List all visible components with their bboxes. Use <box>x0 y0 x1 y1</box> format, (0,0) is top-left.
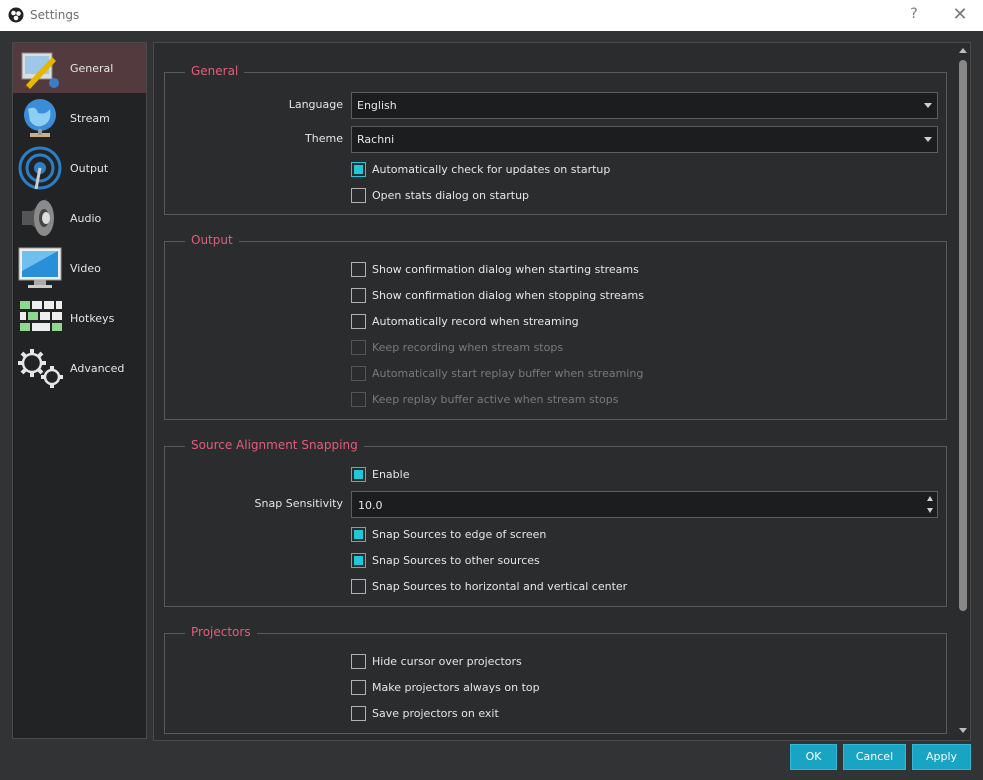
checkbox-label: Make projectors always on top <box>372 681 540 694</box>
stream-icon <box>24 99 56 137</box>
sidebar-item-stream[interactable]: Stream <box>13 93 146 143</box>
checkbox-box[interactable] <box>351 467 366 482</box>
checkbox-label: Save projectors on exit <box>372 707 499 720</box>
checkbox-box[interactable] <box>351 553 366 568</box>
advanced-icon <box>18 349 63 388</box>
language-select-value: English <box>357 99 397 112</box>
checkbox-box[interactable] <box>351 579 366 594</box>
chevron-down-icon <box>924 137 932 142</box>
projectors-group: Projectors Hide cursor over projectors M… <box>164 625 947 734</box>
sidebar-item-audio[interactable]: Audio <box>13 193 146 243</box>
checkbox-box[interactable] <box>351 262 366 277</box>
sidebar-item-label: Output <box>70 162 109 175</box>
checkbox-label: Snap Sources to edge of screen <box>372 528 547 541</box>
help-button[interactable]: ? <box>906 6 922 22</box>
checkbox-box[interactable] <box>351 188 366 203</box>
general-icon <box>21 52 59 89</box>
output-group-title: Output <box>185 233 239 247</box>
checkbox-label: Automatically start replay buffer when s… <box>372 367 644 380</box>
checkbox-box[interactable] <box>351 288 366 303</box>
checkbox-label: Keep replay buffer active when stream st… <box>372 393 619 406</box>
language-label: Language <box>288 98 343 111</box>
audio-icon <box>22 199 54 237</box>
checkbox-box[interactable] <box>351 162 366 177</box>
checkbox-box[interactable] <box>351 654 366 669</box>
snapping-group-title: Source Alignment Snapping <box>185 438 364 452</box>
spin-up-icon[interactable] <box>927 496 933 501</box>
hotkeys-icon <box>20 301 62 331</box>
sidebar-item-label: Stream <box>70 112 110 125</box>
obs-logo-icon <box>8 7 24 23</box>
close-button[interactable]: ✕ <box>950 4 970 25</box>
scroll-down-icon[interactable] <box>959 728 967 733</box>
checkbox-label: Hide cursor over projectors <box>372 655 522 668</box>
scrollbar-thumb[interactable] <box>959 60 967 611</box>
checkbox-box <box>351 366 366 381</box>
apply-button[interactable]: Apply <box>912 744 971 770</box>
settings-content-panel: General Language English Theme Rachni Au… <box>153 42 971 741</box>
checkbox-box[interactable] <box>351 680 366 695</box>
settings-window: General Stream Output Audio Video Hotkey… <box>0 31 983 780</box>
output-group: Output Show confirmation dialog when sta… <box>164 233 947 420</box>
spin-down-icon[interactable] <box>927 508 933 513</box>
video-icon <box>18 247 62 288</box>
sidebar-item-video[interactable]: Video <box>13 243 146 293</box>
checkbox-box[interactable] <box>351 706 366 721</box>
snap-sensitivity-spinbox[interactable]: 10.0 <box>351 491 938 518</box>
scroll-up-icon[interactable] <box>959 48 967 53</box>
theme-label: Theme <box>305 132 343 145</box>
snap-sensitivity-label: Snap Sensitivity <box>254 497 343 510</box>
general-group-title: General <box>185 64 245 78</box>
checkbox-label: Automatically record when streaming <box>372 315 579 328</box>
sidebar-item-advanced[interactable]: Advanced <box>13 343 146 393</box>
theme-select-value: Rachni <box>357 133 395 146</box>
checkbox-label: Keep recording when stream stops <box>372 341 564 354</box>
checkbox-label: Open stats dialog on startup <box>372 189 530 202</box>
checkbox-label: Snap Sources to other sources <box>372 554 540 567</box>
sidebar-item-hotkeys[interactable]: Hotkeys <box>13 293 146 343</box>
ok-button[interactable]: OK <box>790 744 837 770</box>
checkbox-label: Automatically check for updates on start… <box>372 163 611 176</box>
sidebar-item-output[interactable]: Output <box>13 143 146 193</box>
checkbox-label: Show confirmation dialog when stopping s… <box>372 289 644 302</box>
settings-sidebar: General Stream Output Audio Video Hotkey… <box>12 42 147 739</box>
checkbox-label: Enable <box>372 468 410 481</box>
projectors-group-title: Projectors <box>185 625 257 639</box>
sidebar-item-label: Advanced <box>70 362 125 375</box>
sidebar-item-label: Hotkeys <box>70 312 115 325</box>
content-scrollbar[interactable] <box>956 43 970 740</box>
sidebar-item-label: Audio <box>70 212 102 225</box>
snapping-group: Source Alignment Snapping Enable Snap Se… <box>164 438 947 607</box>
checkbox-box[interactable] <box>351 527 366 542</box>
sidebar-item-label: Video <box>70 262 101 275</box>
title-bar: Settings ? ✕ <box>0 0 983 32</box>
checkbox-box <box>351 340 366 355</box>
theme-select[interactable]: Rachni <box>351 126 938 153</box>
checkbox-box <box>351 392 366 407</box>
general-group: General Language English Theme Rachni Au… <box>164 64 947 215</box>
checkbox-box[interactable] <box>351 314 366 329</box>
sidebar-item-label: General <box>70 62 114 75</box>
chevron-down-icon <box>924 103 932 108</box>
window-title: Settings <box>30 8 80 22</box>
language-select[interactable]: English <box>351 92 938 119</box>
snap-sensitivity-value: 10.0 <box>358 499 383 512</box>
checkbox-label: Show confirmation dialog when starting s… <box>372 263 639 276</box>
output-icon <box>18 146 62 190</box>
sidebar-item-general[interactable]: General <box>13 43 146 93</box>
cancel-button[interactable]: Cancel <box>843 744 906 770</box>
checkbox-label: Snap Sources to horizontal and vertical … <box>372 580 628 593</box>
